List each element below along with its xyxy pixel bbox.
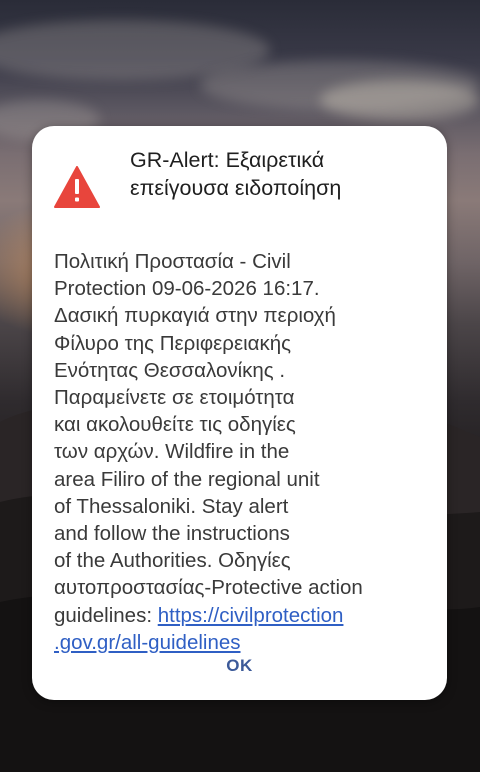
- emergency-alert-dialog: GR-Alert: Εξαιρετικά επείγουσα ειδοποίησ…: [32, 126, 447, 700]
- alert-message: Πολιτική Προστασία - Civil Protection 09…: [54, 248, 425, 656]
- alert-message-text: Πολιτική Προστασία - Civil Protection 09…: [54, 250, 363, 627]
- warning-icon: [54, 166, 100, 208]
- ok-button[interactable]: OK: [32, 656, 447, 676]
- alert-title: GR-Alert: Εξαιρετικά επείγουσα ειδοποίησ…: [130, 148, 342, 200]
- cloud: [320, 80, 480, 120]
- alert-header: GR-Alert: Εξαιρετικά επείγουσα ειδοποίησ…: [54, 148, 425, 208]
